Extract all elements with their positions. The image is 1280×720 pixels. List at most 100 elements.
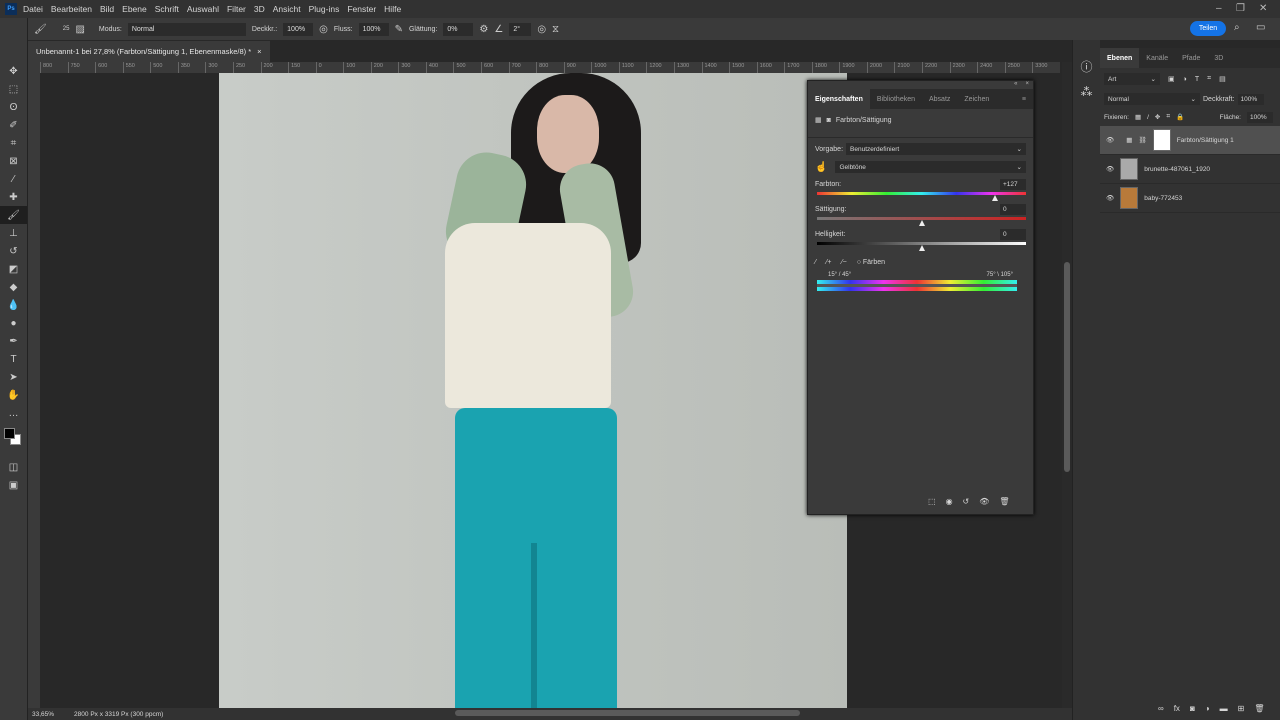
panel-menu-icon[interactable]: ≡	[1015, 89, 1033, 109]
eyedropper-subtract-icon[interactable]: ⁄−	[841, 259, 846, 266]
faerben-checkbox[interactable]: ○ Färben	[857, 259, 885, 266]
saettigung-slider-thumb[interactable]	[918, 220, 925, 226]
shape-tool-icon[interactable]: ✋	[0, 386, 27, 404]
helligkeit-input[interactable]: 0	[1000, 229, 1026, 240]
menu-schrift[interactable]: Schrift	[155, 4, 179, 14]
history-brush-icon[interactable]: ↺	[0, 242, 27, 260]
filter-pixel-icon[interactable]: ▣	[1168, 75, 1175, 83]
menu-ebene[interactable]: Ebene	[122, 4, 147, 14]
brush-tool-icon[interactable]: 🖌	[0, 206, 27, 224]
layer-mask-thumbnail[interactable]	[1152, 129, 1171, 151]
tab-ebenen[interactable]: Ebenen	[1100, 48, 1140, 68]
symmetry-icon[interactable]: ⧖	[552, 24, 559, 35]
view-previous-icon[interactable]: ◉	[946, 497, 953, 506]
quick-mask-icon[interactable]: ◫	[0, 458, 27, 476]
stamp-tool-icon[interactable]: ⊥	[0, 224, 27, 242]
layer-row[interactable]: 👁 ▦ ⛓ Farbton/Sättigung 1	[1100, 126, 1280, 155]
new-layer-icon[interactable]: ⊞	[1238, 704, 1245, 713]
menu-datei[interactable]: Datei	[23, 4, 43, 14]
menu-hilfe[interactable]: Hilfe	[384, 4, 401, 14]
vorgabe-select[interactable]: Benutzerdefiniert ⌄	[846, 143, 1026, 155]
close-panel-icon[interactable]: ×	[1025, 81, 1029, 89]
pressure-size-icon[interactable]: ◎	[537, 24, 546, 35]
dodge-tool-icon[interactable]: ●	[0, 314, 27, 332]
tab-zeichen[interactable]: Zeichen	[957, 89, 996, 109]
new-group-icon[interactable]: ▬	[1220, 704, 1228, 713]
lock-pixels-icon[interactable]: /	[1147, 114, 1149, 121]
filter-type-icon[interactable]: T	[1195, 76, 1199, 83]
tab-kanaele[interactable]: Kanäle	[1139, 48, 1175, 68]
reset-icon[interactable]: ↺	[963, 497, 970, 506]
lock-artboard-icon[interactable]: ⌗	[1166, 113, 1170, 121]
menu-filter[interactable]: Filter	[227, 4, 246, 14]
search-icon[interactable]: ⌕	[1234, 22, 1240, 33]
menu-plugins[interactable]: Plug-ins	[309, 4, 340, 14]
marquee-tool-icon[interactable]: ⬚	[0, 80, 27, 98]
delete-layer-icon[interactable]: 🗑	[1254, 704, 1264, 713]
canvas-image[interactable]	[219, 73, 847, 708]
tab-absatz[interactable]: Absatz	[922, 89, 957, 109]
horizontal-scrollbar[interactable]	[455, 710, 800, 716]
mask-icon[interactable]: ◙	[827, 117, 831, 124]
menu-fenster[interactable]: Fenster	[347, 4, 376, 14]
deckkraft-input[interactable]: 100%	[1237, 93, 1264, 105]
tab-eigenschaften[interactable]: Eigenschaften	[808, 89, 870, 109]
lasso-tool-icon[interactable]: ʘ	[0, 98, 27, 116]
filter-smart-icon[interactable]: ▤	[1219, 75, 1226, 83]
adjustments-icon[interactable]: ⁂	[1073, 85, 1100, 99]
clip-to-layer-icon[interactable]: ⬚	[928, 497, 936, 506]
tab-pfade[interactable]: Pfade	[1175, 48, 1207, 68]
pressure-opacity-icon[interactable]: ◎	[319, 24, 328, 35]
saettigung-slider[interactable]	[817, 217, 1026, 226]
eyedropper-icon[interactable]: ⁄	[815, 259, 816, 266]
bucket-tool-icon[interactable]: ◆	[0, 278, 27, 296]
gear-icon[interactable]: ⚙	[479, 24, 488, 35]
layer-row[interactable]: 👁 brunette-487061_1920	[1100, 155, 1280, 184]
close-icon[interactable]: ✕	[1259, 3, 1267, 14]
eye-icon[interactable]: 👁	[1106, 194, 1114, 202]
filter-adjust-icon[interactable]: ◑	[1183, 76, 1187, 83]
saettigung-input[interactable]: 0	[1000, 204, 1026, 215]
link-icon[interactable]: ⛓	[1138, 136, 1146, 144]
info-icon[interactable]: ⓘ	[1073, 58, 1100, 75]
brush-settings-icon[interactable]: ▨	[75, 24, 84, 35]
eraser-tool-icon[interactable]: ◩	[0, 260, 27, 278]
farbton-slider-thumb[interactable]	[991, 195, 998, 201]
path-select-icon[interactable]: ➤	[0, 368, 27, 386]
modus-select[interactable]: Normal	[127, 22, 246, 36]
layer-row[interactable]: 👁 baby-772453	[1100, 184, 1280, 213]
tab-bibliotheken[interactable]: Bibliotheken	[870, 89, 922, 109]
eye-icon[interactable]: 👁	[1106, 165, 1114, 173]
eye-icon[interactable]: 👁	[1106, 136, 1114, 144]
farbton-input[interactable]: +127	[1000, 179, 1026, 190]
adjustment-icon[interactable]: ▦	[815, 116, 822, 124]
brush-preset-picker[interactable]: 25	[63, 26, 70, 32]
workspace-icon[interactable]: ▭	[1256, 22, 1265, 33]
eyedropper-add-icon[interactable]: ⁄+	[826, 259, 831, 266]
add-mask-icon[interactable]: ◙	[1190, 704, 1195, 713]
menu-bearbeiten[interactable]: Bearbeiten	[51, 4, 92, 14]
link-layers-icon[interactable]: ∞	[1158, 704, 1164, 713]
vertical-scrollbar[interactable]	[1062, 62, 1072, 708]
delete-icon[interactable]: 🗑	[999, 497, 1009, 506]
zoom-level[interactable]: 33,65%	[32, 711, 54, 718]
hand-adjust-icon[interactable]: ☝	[815, 162, 827, 173]
tab-3d[interactable]: 3D	[1207, 48, 1230, 68]
new-adjustment-icon[interactable]: ◑	[1205, 704, 1210, 713]
angle-input[interactable]: 2°	[509, 22, 532, 36]
blend-mode-select[interactable]: Normal ⌄	[1104, 93, 1200, 105]
brush-tool-icon[interactable]: 🖌	[34, 24, 47, 35]
fluss-input[interactable]: 100%	[358, 22, 389, 36]
frame-tool-icon[interactable]: ⊠	[0, 152, 27, 170]
collapse-panel-icon[interactable]: «	[1014, 81, 1017, 89]
range-select[interactable]: Gelbtöne ⌄	[835, 161, 1026, 173]
screen-mode-icon[interactable]: ▣	[0, 476, 27, 494]
menu-auswahl[interactable]: Auswahl	[187, 4, 219, 14]
flaeche-input[interactable]: 100%	[1247, 111, 1273, 123]
deckkr-input[interactable]: 100%	[283, 22, 314, 36]
lock-position-icon[interactable]: ✥	[1155, 113, 1160, 121]
filter-shape-icon[interactable]: ⌗	[1207, 75, 1211, 83]
airbrush-icon[interactable]: ✎	[395, 24, 403, 35]
move-tool-icon[interactable]: ✥	[0, 62, 27, 80]
blur-tool-icon[interactable]: 💧	[0, 296, 27, 314]
